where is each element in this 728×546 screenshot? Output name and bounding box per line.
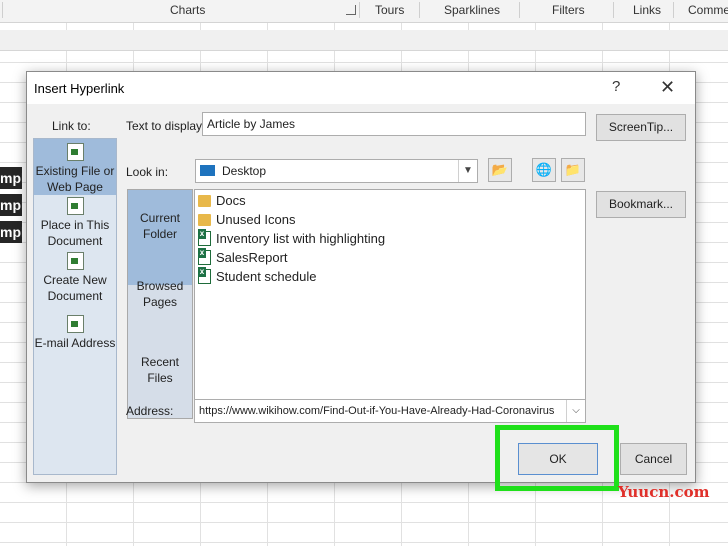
link-to-email-label: E-mail Address [34,336,116,350]
ribbon-separator [613,2,614,18]
link-to-place-in-document[interactable]: Place in This Document [34,197,116,249]
nav-browsed-pages-label-2: Pages [142,295,178,309]
link-to-create-new-label: Create New [43,273,107,287]
ribbon-group-sparklines: Sparklines [444,3,501,17]
bookmark-button[interactable]: Bookmark... [596,191,686,218]
link-to-label: Link to: [52,119,91,133]
chevron-down-icon[interactable]: ⌵ [566,400,585,422]
ribbon-group-charts: Charts [170,3,206,17]
link-to-places-bar: Existing File or Web Page Place in This … [33,138,117,475]
file-name: SalesReport [216,250,288,265]
desktop-icon [200,165,215,176]
link-to-existing-file-label-2: Web Page [47,180,103,194]
cell-text[interactable]: mple [0,221,22,243]
formula-bar [0,30,728,51]
nav-current-folder[interactable]: Current Folder [128,190,192,285]
ribbon-separator [519,2,520,18]
browse-web-icon[interactable]: 🌐 [532,158,556,182]
link-to-place-label: Place in This [40,218,110,232]
nav-browsed-pages[interactable]: Browsed Pages [128,278,192,318]
list-item[interactable]: Unused Icons [198,210,296,229]
address-label: Address: [126,404,174,418]
ribbon-group-filters: Filters [552,3,585,17]
link-to-create-new-document[interactable]: Create New Document [34,252,116,304]
link-to-existing-file[interactable]: Existing File or Web Page [34,139,116,195]
link-to-email-address[interactable]: E-mail Address [34,315,116,351]
address-value: https://www.wikihow.com/Find-Out-if-You-… [199,405,555,417]
excel-file-icon [198,248,211,266]
look-in-dropdown[interactable]: Desktop ▼ [195,159,478,183]
folder-icon [198,194,211,207]
up-one-folder-icon[interactable]: 📂 [488,158,512,182]
folder-icon [198,213,211,226]
ribbon-group-comments: Commen [688,3,728,17]
place-in-document-icon [66,197,84,215]
cell-text[interactable]: mple [0,167,22,189]
new-document-icon [66,252,84,270]
list-item[interactable]: Docs [198,191,246,210]
link-to-existing-file-label: Existing File or [35,164,115,178]
address-input[interactable]: https://www.wikihow.com/Find-Out-if-You-… [194,399,586,423]
ribbon-group-links: Links [633,3,662,17]
cancel-button[interactable]: Cancel [620,443,687,475]
chevron-down-icon[interactable]: ▼ [458,160,477,182]
excel-file-icon [198,267,211,285]
text-to-display-input[interactable]: Article by James [202,112,586,136]
close-icon[interactable]: ✕ [660,77,675,98]
ribbon-separator [359,2,360,18]
link-to-create-new-label-2: Document [47,289,103,303]
insert-hyperlink-dialog: Insert Hyperlink ? ✕ Link to: Existing F… [26,71,696,483]
ribbon-group-labels: Charts Tours Sparklines Filters Links Co… [0,0,728,23]
excel-file-icon [198,229,211,247]
ribbon-separator [673,2,674,18]
ok-button-highlight [495,425,619,491]
charts-dialog-launcher-icon[interactable] [346,5,356,15]
list-item[interactable]: Inventory list with highlighting [198,229,385,248]
screentip-button[interactable]: ScreenTip... [596,114,686,141]
link-to-place-label-2: Document [47,234,103,248]
browse-file-icon[interactable]: 📁 [561,158,585,182]
dialog-titlebar: Insert Hyperlink ? ✕ [27,72,695,104]
nav-recent-files-label: Recent Files [140,355,180,385]
nav-current-folder-label-2: Folder [142,227,177,241]
look-in-label: Look in: [126,165,169,179]
watermark: Yuucn.com [618,483,710,501]
file-name: Docs [216,193,246,208]
list-item[interactable]: Student schedule [198,267,316,286]
file-list[interactable]: Docs Unused Icons Inventory list with hi… [194,189,586,419]
file-name: Student schedule [216,269,317,284]
dialog-title: Insert Hyperlink [34,81,125,96]
nav-current-folder-label: Current [139,211,180,225]
text-to-display-label: Text to display: [126,119,206,133]
ribbon-separator [419,2,420,18]
look-in-value: Desktop [222,164,267,178]
web-page-icon [66,143,84,161]
help-icon[interactable]: ? [612,78,620,95]
file-name: Inventory list with highlighting [216,231,386,246]
file-name: Unused Icons [216,212,296,227]
nav-recent-files[interactable]: Recent Files [128,354,192,385]
look-in-navigation: Current Folder Browsed Pages Recent File… [127,189,193,419]
email-icon [66,315,84,333]
list-item[interactable]: SalesReport [198,248,288,267]
ribbon-group-tours: Tours [375,3,405,17]
ribbon-separator [2,2,3,18]
cell-text[interactable]: mple [0,194,22,216]
nav-browsed-pages-label: Browsed [136,279,184,293]
